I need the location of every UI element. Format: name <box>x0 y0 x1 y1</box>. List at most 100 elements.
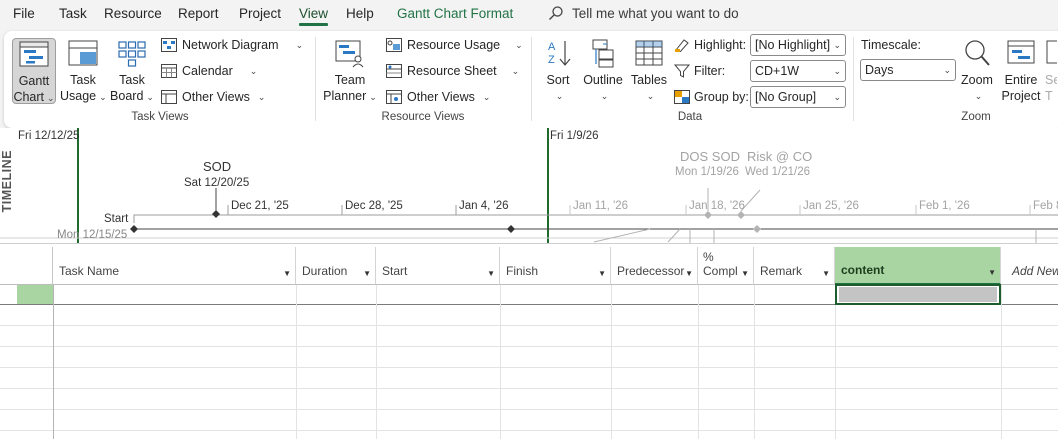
resource-other-views-button[interactable]: Other Views ⌄ <box>386 90 490 104</box>
chevron-down-icon: ⌄ <box>369 92 377 102</box>
gantt-chart-label-2: Chart ⌄ <box>13 89 55 106</box>
filter-arrow-icon[interactable]: ▼ <box>685 269 693 278</box>
task-usage-button[interactable]: Task Usage ⌄ <box>60 38 107 104</box>
resource-usage-button[interactable]: Resource Usage ⌄ <box>386 38 523 52</box>
dos-sod-diamond <box>704 211 712 219</box>
column-header-start[interactable]: Start ▼ <box>376 247 500 285</box>
filter-arrow-icon[interactable]: ▼ <box>822 269 830 278</box>
team-planner-label-1: Team <box>334 73 366 87</box>
timescale-label: Timescale: <box>861 38 921 52</box>
week-label: Dec 21, '25 <box>231 200 289 212</box>
risk-co-diamond <box>737 211 745 219</box>
group-by-dropdown[interactable]: [No Group] ⌄ <box>750 86 846 108</box>
filter-arrow-icon[interactable]: ▼ <box>363 269 371 278</box>
filter-arrow-icon[interactable]: ▼ <box>988 268 996 277</box>
menu-view[interactable]: View <box>299 6 329 26</box>
row-divider <box>0 430 1058 431</box>
filter-dropdown[interactable]: CD+1W ⌄ <box>750 60 846 82</box>
menu-file[interactable]: File <box>13 6 35 21</box>
team-planner-icon <box>335 40 364 68</box>
highlight-value: [No Highlight] <box>755 38 831 52</box>
tell-me-text: Tell me what you want to do <box>572 5 739 21</box>
timeline-panel[interactable]: Fri 12/12/25 Fri 1/9/26 SOD Sat 12/20/25… <box>0 128 1058 243</box>
column-header-duration[interactable]: Duration ▼ <box>296 247 376 285</box>
other-views-icon <box>161 90 177 104</box>
column-header-task-name[interactable]: Task Name ▼ <box>53 247 296 285</box>
chevron-down-icon: ⌄ <box>257 91 266 102</box>
entire-project-button[interactable]: Entire Project <box>1000 38 1042 104</box>
entire-project-label-2: Project <box>1001 89 1041 103</box>
week-label: Jan 11, '26 <box>573 200 629 212</box>
selected-tasks-button[interactable]: Se T <box>1045 38 1057 104</box>
highlight-icon <box>675 39 689 52</box>
outline-label: Outline <box>583 73 623 87</box>
timescale-dropdown[interactable]: Days ⌄ <box>860 59 956 81</box>
active-cell[interactable] <box>835 284 1001 305</box>
outline-button[interactable]: Outline ⌄ <box>581 38 625 104</box>
resource-usage-label: Resource Usage <box>407 38 501 52</box>
menu-task[interactable]: Task <box>59 6 87 21</box>
menu-help[interactable]: Help <box>346 6 374 21</box>
data-group-label: Data <box>677 111 703 123</box>
filter-field-label: Filter: <box>674 64 725 78</box>
column-header-content[interactable]: content ▼ <box>835 247 1001 285</box>
highlight-dropdown[interactable]: [No Highlight] ⌄ <box>750 34 846 56</box>
network-diagram-button[interactable]: Network Diagram ⌄ <box>161 38 303 52</box>
column-header-finish[interactable]: Finish ▼ <box>500 247 611 285</box>
milestone-risk-co-name[interactable]: Risk @ CO <box>747 149 812 164</box>
row-divider <box>0 325 1058 326</box>
active-cell-fill <box>839 287 997 302</box>
column-header-remark[interactable]: Remark ▼ <box>754 247 835 285</box>
chevron-down-icon: ⌄ <box>833 65 841 76</box>
gantt-chart-icon <box>19 41 49 67</box>
filter-arrow-icon[interactable]: ▼ <box>741 269 749 278</box>
table-row[interactable] <box>54 285 835 304</box>
task-usage-icon <box>68 40 98 66</box>
other-views-icon <box>386 90 402 104</box>
column-header-predecessors[interactable]: Predecessors ▼ <box>611 247 698 285</box>
gantt-chart-button[interactable]: Gantt Chart ⌄ <box>12 38 56 104</box>
filter-arrow-icon[interactable]: ▼ <box>598 269 606 278</box>
resource-sheet-button[interactable]: Resource Sheet ⌄ <box>386 64 519 78</box>
week-label: Feb 1, '26 <box>919 200 970 212</box>
filter-arrow-icon[interactable]: ▼ <box>487 269 495 278</box>
menu-resource[interactable]: Resource <box>104 6 162 21</box>
chevron-down-icon: ⌄ <box>833 39 841 50</box>
menu-report[interactable]: Report <box>178 6 219 21</box>
row-indicator-selected[interactable] <box>17 285 53 304</box>
menu-project[interactable]: Project <box>239 6 281 21</box>
calendar-button[interactable]: Calendar ⌄ <box>161 64 257 78</box>
select-all-corner[interactable] <box>0 247 53 285</box>
milestone-dos-sod-name[interactable]: DOS SOD <box>680 149 740 164</box>
milestone-sod-name[interactable]: SOD <box>203 159 231 174</box>
group-by-value: [No Group] <box>755 90 817 104</box>
column-divider <box>296 285 297 439</box>
row-divider <box>0 367 1058 368</box>
chevron-down-icon: ⌄ <box>295 39 304 50</box>
sort-button[interactable]: A Z Sort ⌄ <box>539 38 577 104</box>
chevron-down-icon: ⌄ <box>943 64 951 75</box>
tables-label: Tables <box>630 73 668 87</box>
column-header-percent-complete[interactable]: % Compl ▼ <box>698 247 754 285</box>
zoom-button[interactable]: Zoom ⌄ <box>958 38 996 104</box>
task-board-button[interactable]: Task Board ⌄ <box>110 38 154 104</box>
milestone-diamond-gray <box>753 225 761 233</box>
filter-arrow-icon[interactable]: ▼ <box>283 269 291 278</box>
svg-text:Z: Z <box>548 54 555 66</box>
task-views-group-label: Task Views <box>131 111 189 123</box>
sort-label: Sort <box>546 73 570 87</box>
column-header-add-new[interactable]: Add New <box>1001 247 1058 285</box>
menu-gantt-chart-format[interactable]: Gantt Chart Format <box>397 6 513 21</box>
tell-me-box[interactable]: Tell me what you want to do <box>548 5 739 21</box>
week-label: Jan 25, '26 <box>803 200 859 212</box>
team-planner-label-2-text: Planner <box>323 89 367 103</box>
column-header-label: Remark <box>760 264 803 278</box>
resource-other-views-label: Other Views <box>407 90 475 104</box>
chevron-down-icon: ⌄ <box>99 92 107 102</box>
column-header-label: Task Name <box>59 264 120 278</box>
task-other-views-button[interactable]: Other Views ⌄ <box>161 90 265 104</box>
tables-button[interactable]: Tables ⌄ <box>630 38 668 104</box>
team-planner-button[interactable]: Team Planner ⌄ <box>322 38 378 104</box>
calendar-icon <box>161 64 177 78</box>
zoom-group-label: Zoom <box>961 111 991 123</box>
